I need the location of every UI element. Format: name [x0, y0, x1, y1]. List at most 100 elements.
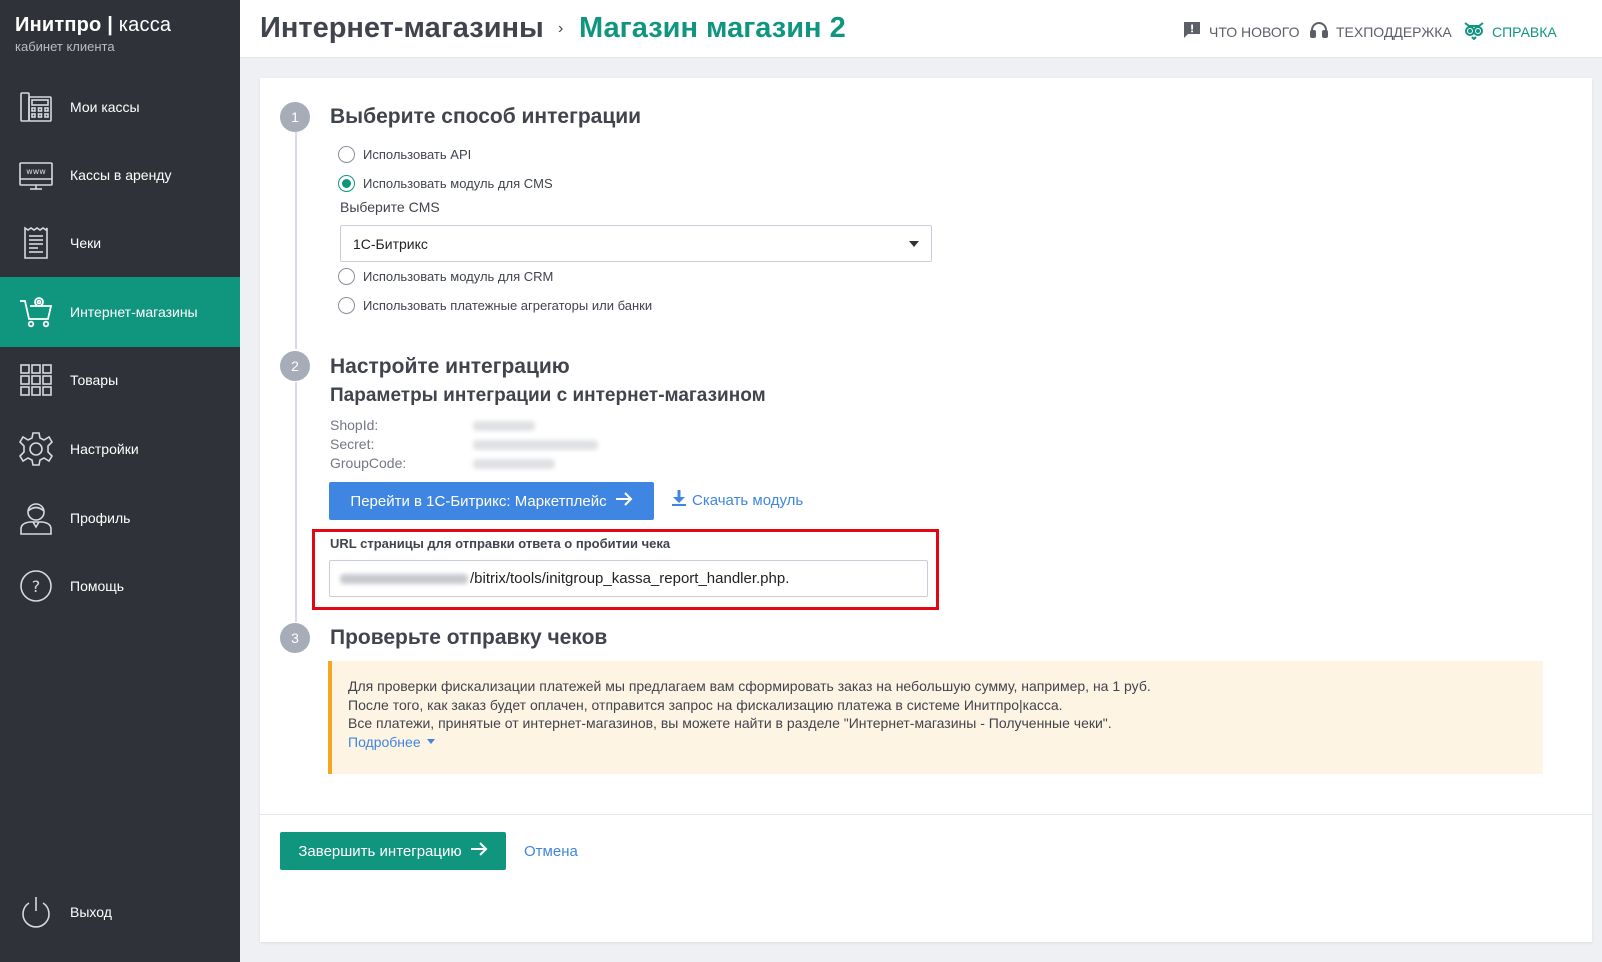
sidebar-item-label: Профиль: [70, 510, 131, 526]
svg-text:?: ?: [32, 577, 41, 596]
sidebar-item-label: Настройки: [70, 441, 139, 457]
arrow-right-icon: [615, 491, 633, 511]
more-details-link[interactable]: Подробнее: [348, 733, 435, 752]
radio-label: Использовать модуль для CMS: [363, 176, 553, 191]
marketplace-button[interactable]: Перейти в 1С-Битрикс: Маркетплейс: [329, 482, 654, 520]
sidebar-item-rental[interactable]: www Кассы в аренду: [0, 140, 240, 210]
step-title: Проверьте отправку чеков: [330, 626, 608, 649]
sidebar-item-label: Помощь: [70, 578, 125, 594]
radio-label: Использовать модуль для CRM: [363, 269, 554, 284]
page-title: Магазин магазин 2: [579, 12, 846, 44]
logo-name-bold: Инитпро: [15, 14, 102, 36]
receipt-icon: [16, 223, 56, 263]
sidebar-item-label: Интернет-магазины: [70, 304, 198, 320]
download-icon: [672, 490, 686, 510]
url-field-label: URL страницы для отправки ответа о проби…: [330, 536, 671, 551]
param-key-secret: Secret:: [330, 436, 375, 452]
breadcrumb-separator: ›: [558, 20, 564, 37]
step-number: 3: [280, 623, 310, 653]
report-url-input[interactable]: /bitrix/tools/initgroup_kassa_report_han…: [329, 560, 928, 597]
sidebar-item-help[interactable]: ? Помощь: [0, 551, 240, 621]
chevron-down-icon: [426, 739, 435, 745]
sidebar-item-label: Чеки: [70, 235, 102, 251]
info-notice: Для проверки фискализации платежей мы пр…: [328, 661, 1543, 774]
redacted-domain: [340, 573, 468, 584]
finish-button-label: Завершить интеграцию: [298, 842, 462, 860]
chat-alert-icon: [1182, 20, 1202, 43]
step-connector-line: [295, 132, 297, 349]
download-module-label: Скачать модуль: [692, 491, 804, 509]
param-key-groupcode: GroupCode:: [330, 455, 407, 471]
help-label: СПРАВКА: [1492, 23, 1557, 40]
support-label: ТЕХПОДДЕРЖКА: [1336, 23, 1452, 40]
www-terminal-icon: www: [16, 155, 56, 195]
radio-option-aggregators[interactable]: Использовать платежные агрегаторы или ба…: [338, 297, 652, 314]
cms-select[interactable]: 1С-Битрикс: [340, 225, 932, 262]
whats-new-link[interactable]: ЧТО НОВОГО: [1182, 20, 1299, 43]
logo[interactable]: Инитпро | касса кабинет клиента: [0, 0, 240, 60]
step-number: 2: [280, 351, 310, 381]
radio-button-selected[interactable]: [338, 175, 355, 192]
sidebar-item-label: Кассы в аренду: [70, 167, 172, 183]
sidebar-item-label: Товары: [70, 372, 119, 388]
sidebar-item-label: Мои кассы: [70, 99, 140, 115]
logout-button[interactable]: Выход: [0, 877, 240, 947]
headset-icon: [1309, 20, 1329, 43]
sidebar-item-receipts[interactable]: Чеки: [0, 208, 240, 278]
radio-button[interactable]: [338, 268, 355, 285]
sidebar: Инитпро | касса кабинет клиента Мои касс…: [0, 0, 240, 962]
redacted-shopid: [473, 421, 535, 431]
grid-icon: [16, 360, 56, 400]
logo-subtitle: кабинет клиента: [15, 39, 115, 54]
help-icon: ?: [16, 566, 56, 606]
logo-name-thin: касса: [118, 14, 172, 36]
power-icon: [16, 892, 56, 932]
sidebar-item-online-stores[interactable]: Интернет-магазины: [0, 277, 240, 347]
cms-select-value: 1С-Битрикс: [353, 235, 428, 252]
info-line: Все платежи, принятые от интернет-магази…: [348, 715, 1112, 731]
svg-text:www: www: [26, 167, 46, 176]
integration-card: 1 Выберите способ интеграции Использоват…: [260, 78, 1592, 942]
marketplace-button-label: Перейти в 1С-Битрикс: Маркетплейс: [350, 492, 607, 510]
sidebar-item-my-registers[interactable]: Мои кассы: [0, 72, 240, 142]
sidebar-item-products[interactable]: Товары: [0, 345, 240, 415]
shopping-cart-icon: [16, 292, 56, 332]
url-suffix: /bitrix/tools/initgroup_kassa_report_han…: [470, 570, 790, 587]
step-title: Настройте интеграцию: [330, 355, 570, 378]
logout-label: Выход: [70, 904, 112, 920]
redacted-secret: [473, 440, 598, 450]
info-line: Для проверки фискализации платежей мы пр…: [348, 678, 1151, 694]
radio-button[interactable]: [338, 146, 355, 163]
logo-separator: |: [107, 14, 114, 36]
radio-option-crm[interactable]: Использовать модуль для CRM: [338, 268, 553, 285]
radio-option-api[interactable]: Использовать API: [338, 146, 471, 163]
breadcrumb-parent[interactable]: Интернет-магазины: [260, 12, 544, 45]
chevron-down-icon: [909, 240, 919, 247]
section-subtitle: Параметры интеграции с интернет-магазино…: [330, 385, 766, 406]
sidebar-item-settings[interactable]: Настройки: [0, 414, 240, 484]
param-key-shopid: ShopId:: [330, 417, 379, 433]
arrow-right-icon: [470, 841, 488, 861]
redacted-groupcode: [473, 459, 555, 469]
radio-button[interactable]: [338, 297, 355, 314]
logo-title: Инитпро | касса: [15, 14, 240, 37]
more-details-label: Подробнее: [348, 733, 421, 750]
owl-icon: [1463, 20, 1485, 43]
cash-register-icon: [16, 87, 56, 127]
user-icon: [16, 498, 56, 538]
step-connector-line: [295, 382, 297, 622]
divider: [260, 814, 1592, 815]
cancel-link[interactable]: Отмена: [524, 843, 578, 860]
radio-option-cms[interactable]: Использовать модуль для CMS: [338, 175, 553, 192]
download-module-link[interactable]: Скачать модуль: [672, 490, 803, 510]
radio-label: Использовать платежные агрегаторы или ба…: [363, 298, 653, 313]
support-link[interactable]: ТЕХПОДДЕРЖКА: [1309, 20, 1452, 43]
radio-label: Использовать API: [363, 147, 472, 162]
step-title: Выберите способ интеграции: [330, 105, 642, 128]
help-reference-link[interactable]: СПРАВКА: [1463, 20, 1557, 43]
sidebar-item-profile[interactable]: Профиль: [0, 483, 240, 553]
step-number: 1: [280, 102, 310, 132]
finish-integration-button[interactable]: Завершить интеграцию: [280, 832, 506, 870]
gear-icon: [16, 429, 56, 469]
info-line: После того, как заказ будет оплачен, отп…: [348, 696, 1063, 713]
